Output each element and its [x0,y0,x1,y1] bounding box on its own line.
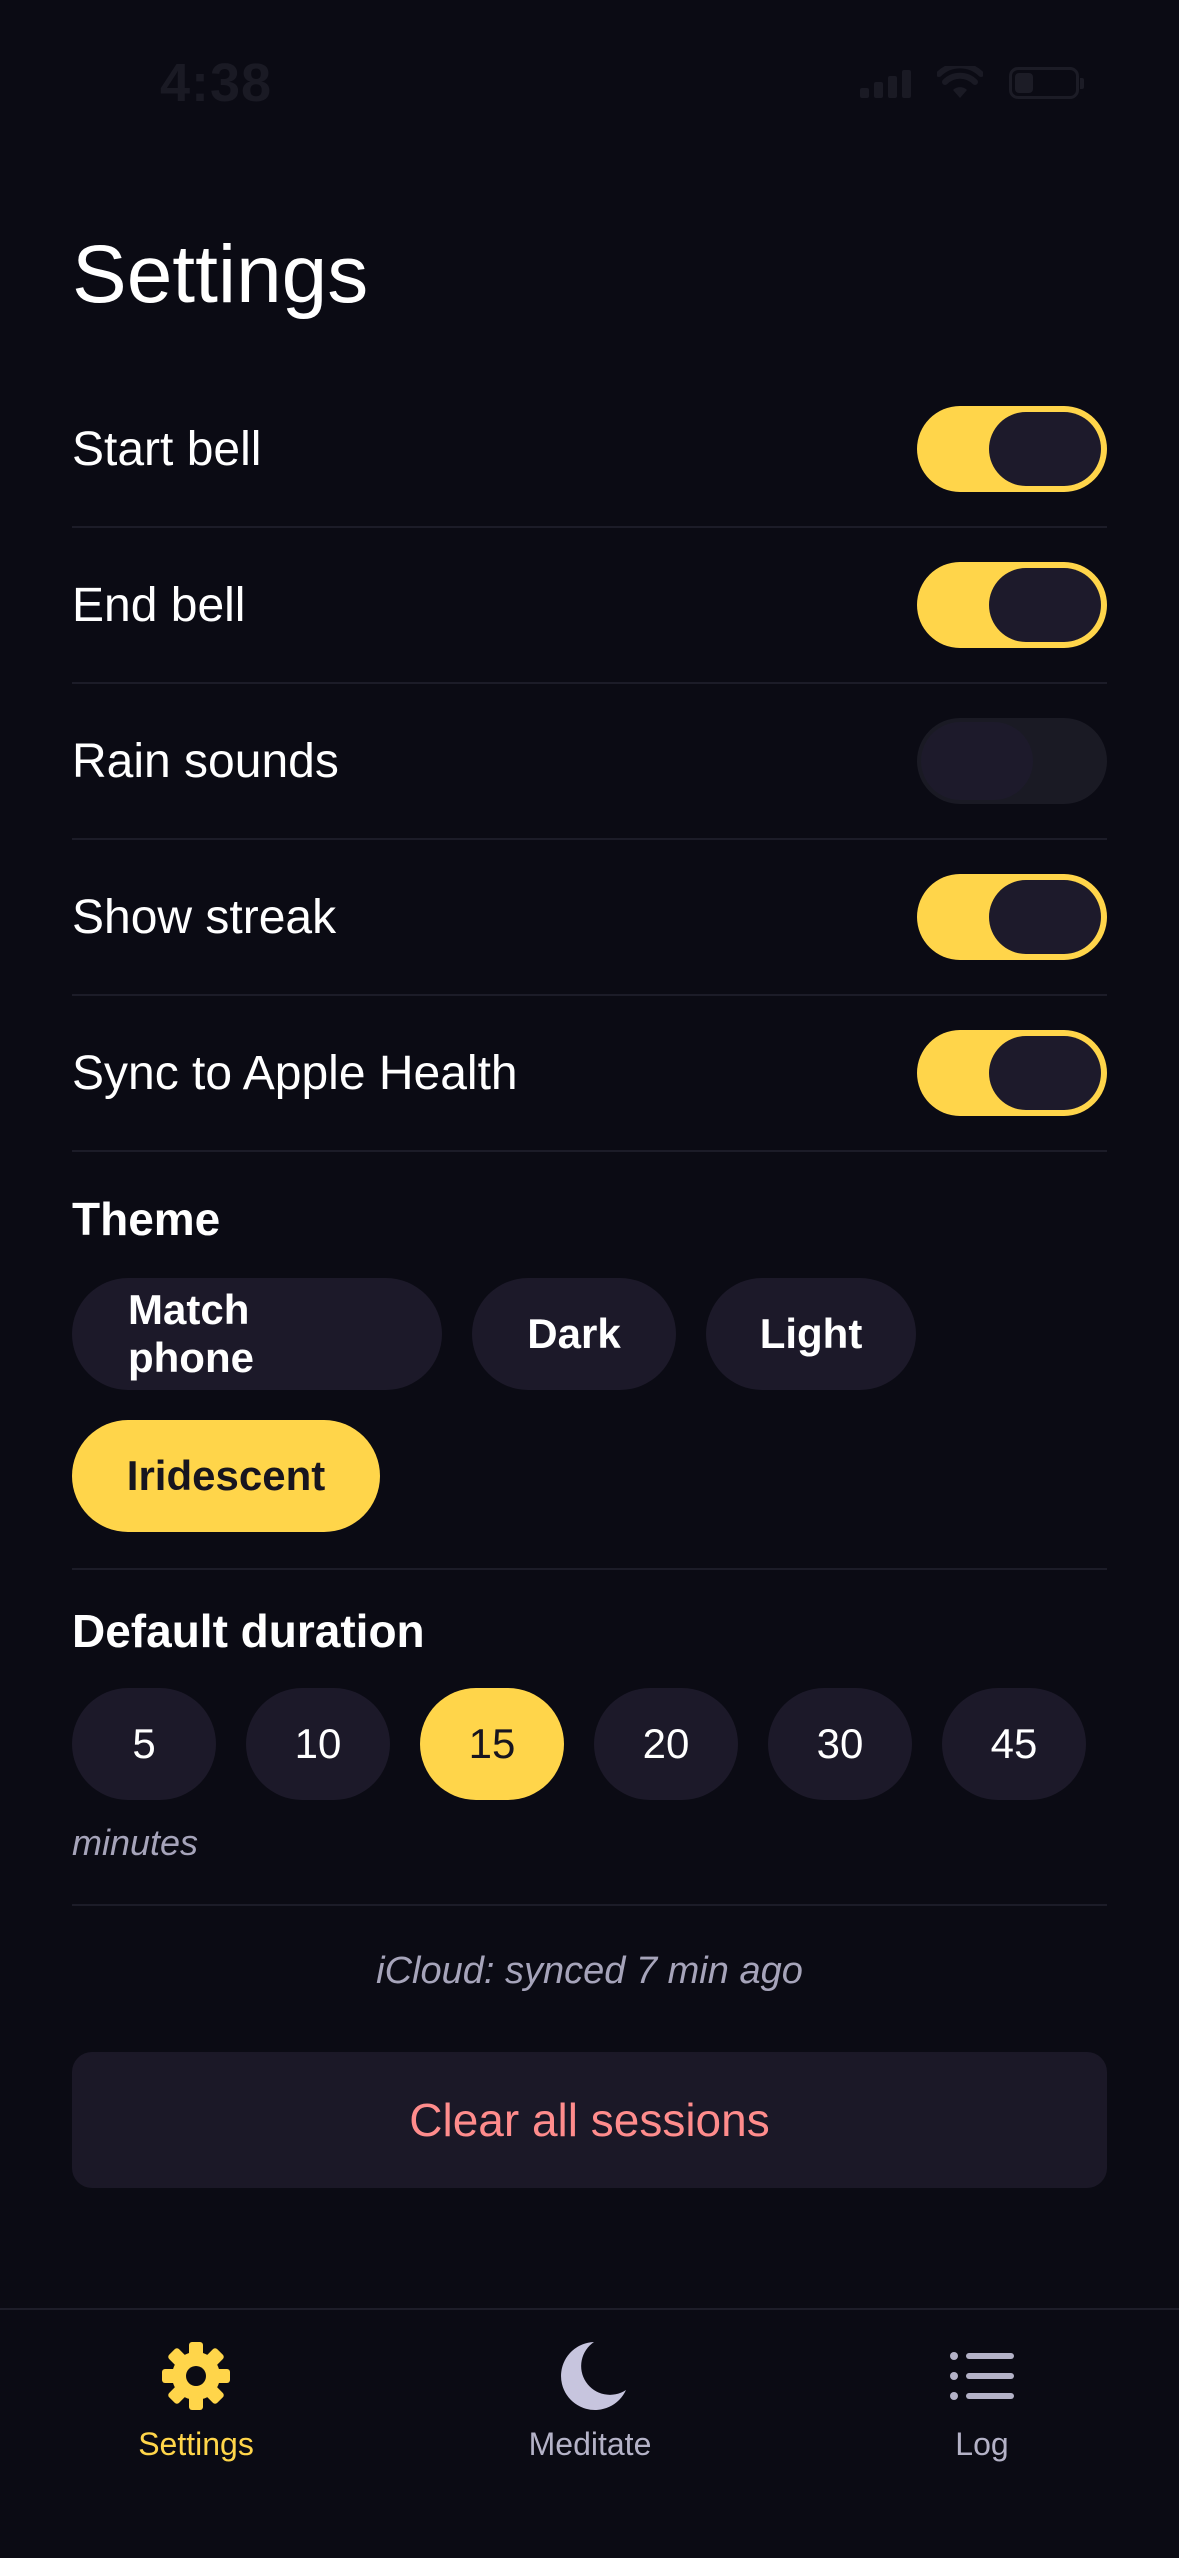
toggle-knob [989,1036,1101,1110]
sync-apple-health-toggle[interactable] [917,1030,1107,1116]
status-time: 4:38 [160,53,273,113]
toggle-label: Start bell [72,422,262,476]
theme-chip-dark[interactable]: Dark [472,1278,676,1390]
moon-icon [561,2342,626,2410]
theme-chip-light[interactable]: Light [706,1278,916,1390]
rain-sounds-toggle[interactable] [917,718,1107,804]
battery-icon [1009,67,1084,99]
tab-label: Settings [138,2426,254,2462]
duration-chip-10[interactable]: 10 [246,1688,390,1800]
tab-bar: Settings Meditate Log [0,2308,1179,2558]
toggle-row-end-bell: End bell [72,528,1107,684]
duration-chip-20[interactable]: 20 [594,1688,738,1800]
toggle-label: Show streak [72,890,337,944]
toggle-knob [989,412,1101,486]
theme-chip-match-phone[interactable]: Match phone [72,1278,442,1390]
gear-icon [162,2342,230,2410]
toggle-knob [921,722,1033,800]
duration-unit-label: minutes [72,1822,199,1863]
section-divider [72,1904,1107,1906]
tab-log[interactable]: Log [862,2328,1102,2478]
theme-section: Theme Match phone Dark Light Iridescent [72,1192,1107,1562]
section-divider [72,1568,1107,1570]
clear-all-sessions-button[interactable]: Clear all sessions [72,2052,1107,2188]
tab-label: Meditate [528,2426,652,2462]
toggle-knob [989,568,1101,642]
tab-settings[interactable]: Settings [76,2328,316,2478]
toggle-row-rain-sounds: Rain sounds [72,684,1107,840]
duration-section-title: Default duration [72,1605,425,1657]
icloud-sync-status: iCloud: synced 7 min ago [376,1950,803,1992]
toggle-row-start-bell: Start bell [72,372,1107,528]
show-streak-toggle[interactable] [917,874,1107,960]
end-bell-toggle[interactable] [917,562,1107,648]
toggle-knob [989,880,1101,954]
settings-toggle-list: Start bell End bell Rain sounds Show str… [72,372,1107,1152]
tab-meditate[interactable]: Meditate [470,2328,710,2478]
duration-section: Default duration 5 10 15 20 30 45 [72,1604,1107,1804]
theme-section-title: Theme [72,1193,221,1245]
duration-chip-30[interactable]: 30 [768,1688,912,1800]
toggle-label: Rain sounds [72,734,339,788]
start-bell-toggle[interactable] [917,406,1107,492]
cellular-signal-icon [860,68,911,98]
duration-chip-5[interactable]: 5 [72,1688,216,1800]
wifi-icon [937,66,983,98]
theme-chip-iridescent[interactable]: Iridescent [72,1420,380,1532]
status-icons [860,66,1084,100]
tab-label: Log [955,2426,1009,2462]
page-title: Settings [72,229,369,320]
toggle-row-show-streak: Show streak [72,840,1107,996]
status-bar: 4:38 [0,0,1179,170]
toggle-row-sync-apple-health: Sync to Apple Health [72,996,1107,1152]
duration-chip-15[interactable]: 15 [420,1688,564,1800]
list-icon [950,2352,1014,2400]
duration-chip-45[interactable]: 45 [942,1688,1086,1800]
toggle-label: End bell [72,578,246,632]
toggle-label: Sync to Apple Health [72,1046,518,1100]
